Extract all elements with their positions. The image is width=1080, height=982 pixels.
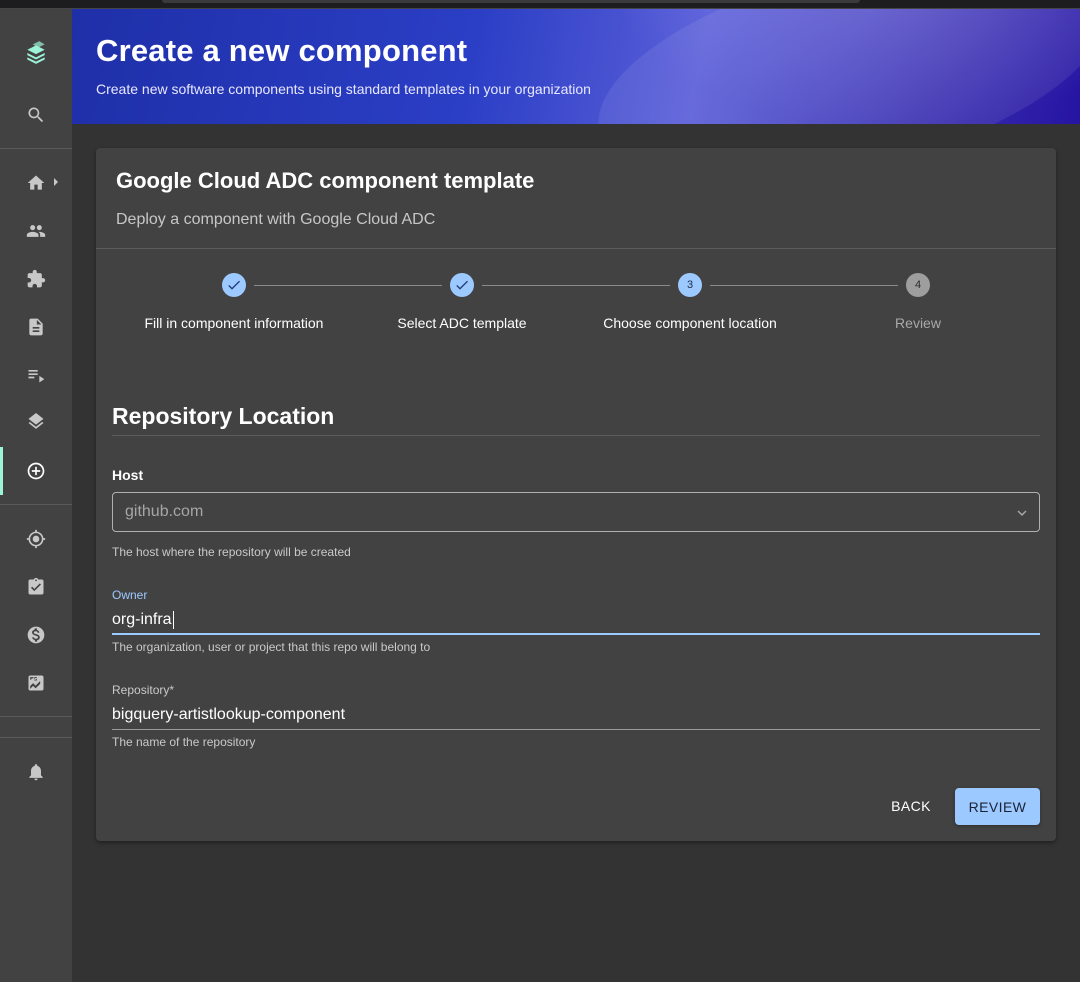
text-caret bbox=[172, 611, 174, 629]
owner-label: Owner bbox=[112, 588, 148, 602]
host-label: Host bbox=[112, 467, 144, 483]
sidebar-item-checklist[interactable] bbox=[0, 563, 72, 611]
step-label: Select ADC template bbox=[397, 315, 527, 331]
step-3-active: 3 bbox=[678, 273, 702, 297]
sidebar-item-people[interactable] bbox=[0, 207, 72, 255]
checklist-icon bbox=[28, 577, 44, 595]
repository-field-value: bigquery-artistlookup-component bbox=[112, 706, 346, 723]
repository-field[interactable]: bigquery-artistlookup-component bbox=[112, 702, 1040, 728]
owner-field-value: org-infra bbox=[112, 611, 172, 628]
template-card: Google Cloud ADC component template Depl… bbox=[96, 148, 1056, 841]
sidebar-item-cost[interactable] bbox=[0, 611, 72, 659]
score-icon bbox=[28, 675, 44, 691]
step-1-completed bbox=[222, 273, 246, 297]
owner-field-underline bbox=[112, 633, 1040, 635]
back-button[interactable]: BACK bbox=[878, 788, 944, 824]
host-select[interactable]: github.com bbox=[112, 492, 1040, 532]
step-label: Choose component location bbox=[603, 315, 777, 331]
sidebar-item-apis[interactable] bbox=[0, 255, 72, 303]
owner-field[interactable]: org-infra bbox=[112, 607, 1040, 633]
search-icon bbox=[28, 107, 44, 123]
sidebar-item-radar[interactable] bbox=[0, 515, 72, 563]
step-connector bbox=[254, 285, 442, 286]
sidebar-item-playlist[interactable] bbox=[0, 351, 72, 399]
page-title: Create a new component bbox=[96, 33, 468, 68]
repository-label: Repository* bbox=[112, 683, 175, 697]
host-select-value: github.com bbox=[125, 503, 204, 520]
sidebar-logo[interactable] bbox=[0, 29, 72, 77]
description-icon bbox=[29, 318, 43, 336]
sidebar-divider bbox=[0, 737, 72, 738]
sidebar-item-search[interactable] bbox=[0, 91, 72, 139]
card-subtitle: Deploy a component with Google Cloud ADC bbox=[116, 211, 436, 228]
check-icon bbox=[228, 280, 240, 290]
page-subtitle: Create new software components using sta… bbox=[96, 81, 591, 97]
layers-icon bbox=[28, 413, 44, 429]
sidebar-item-docs[interactable] bbox=[0, 303, 72, 351]
step-2-completed bbox=[450, 273, 474, 297]
sidebar-divider bbox=[0, 148, 72, 149]
sidebar-item-create[interactable] bbox=[0, 447, 72, 495]
extension-icon bbox=[27, 269, 46, 288]
step-label: Review bbox=[895, 315, 941, 331]
section-title: Repository Location bbox=[112, 403, 335, 429]
sidebar-item-notifications[interactable] bbox=[0, 748, 72, 796]
sidebar-divider bbox=[0, 716, 72, 717]
logo-icon bbox=[27, 41, 45, 64]
playlist-icon bbox=[28, 370, 45, 383]
repository-helper-text: The name of the repository bbox=[112, 735, 256, 749]
window-top-strip bbox=[0, 0, 1080, 9]
owner-helper-text: The organization, user or project that t… bbox=[112, 640, 431, 654]
header-decoration bbox=[575, 9, 1080, 124]
radar-icon bbox=[26, 529, 46, 549]
page-header: Create a new component Create new softwa… bbox=[72, 9, 1080, 124]
home-icon bbox=[27, 175, 45, 190]
host-helper-text: The host where the repository will be cr… bbox=[112, 545, 351, 559]
sidebar-item-score[interactable] bbox=[0, 659, 72, 707]
cost-icon bbox=[27, 626, 45, 644]
card-title: Google Cloud ADC component template bbox=[116, 168, 535, 193]
step-4-pending: 4 bbox=[906, 273, 930, 297]
section-divider bbox=[112, 435, 1040, 436]
check-icon bbox=[456, 280, 468, 290]
sidebar bbox=[0, 9, 72, 982]
sidebar-item-layers[interactable] bbox=[0, 399, 72, 447]
notifications-icon bbox=[29, 764, 43, 781]
step-label: Fill in component information bbox=[144, 315, 324, 331]
sidebar-divider bbox=[0, 504, 72, 505]
window-title-bar bbox=[162, 0, 860, 3]
step-connector bbox=[482, 285, 670, 286]
people-icon bbox=[26, 225, 46, 237]
repository-field-underline bbox=[112, 729, 1040, 730]
chevron-down-icon bbox=[1017, 510, 1027, 516]
card-divider bbox=[96, 248, 1056, 249]
sidebar-item-home[interactable] bbox=[0, 159, 72, 207]
create-icon bbox=[27, 462, 45, 480]
review-button[interactable]: REVIEW bbox=[955, 788, 1040, 825]
chevron-right-icon bbox=[54, 178, 58, 186]
step-connector bbox=[710, 285, 898, 286]
